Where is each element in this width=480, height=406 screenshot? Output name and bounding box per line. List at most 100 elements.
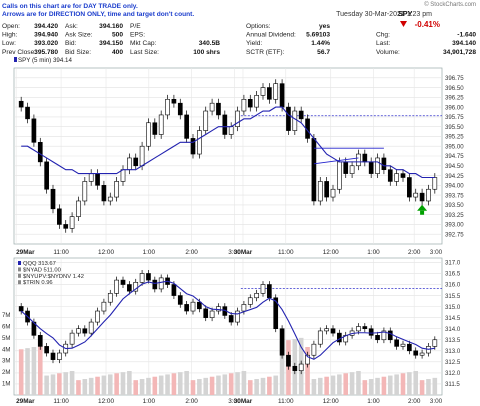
quote-label: Annual Dividend: <box>246 32 296 39</box>
candle <box>298 110 304 120</box>
volume-bar <box>18 349 24 395</box>
quote-label: Low: <box>2 40 16 47</box>
candle <box>107 196 113 202</box>
candle <box>69 332 75 345</box>
candle <box>114 181 119 198</box>
candle <box>413 350 419 356</box>
candle <box>254 95 259 108</box>
x-tick-label: 12:00 <box>323 249 339 256</box>
candle <box>267 284 272 299</box>
candle <box>18 100 24 108</box>
y-tick-label: 395.25 <box>445 134 464 141</box>
candle <box>235 110 240 127</box>
volume-bar <box>44 375 49 395</box>
candle <box>286 354 291 367</box>
quote-pct-change: -0.41% <box>415 20 440 29</box>
y-tick-label: 316.5 <box>445 271 461 278</box>
candle <box>400 173 406 178</box>
y-tick-label: 392.75 <box>445 231 464 238</box>
quote-value: 56.7 <box>317 49 330 56</box>
candle <box>273 83 279 100</box>
candle <box>88 321 94 334</box>
volume-bar <box>76 380 81 395</box>
legend-entry: $NYUPV:$NYDNV 1.42 <box>23 274 84 280</box>
volume-bar <box>407 372 412 395</box>
candle <box>241 304 247 312</box>
candle <box>298 363 304 371</box>
quote-label: EPS: <box>130 32 145 39</box>
volume-bar <box>101 375 107 395</box>
x-tick-label: 29Mar <box>16 249 35 256</box>
candle <box>260 284 266 294</box>
y-tick-label: 393.00 <box>445 222 464 229</box>
candle <box>209 310 215 318</box>
volume-bar <box>203 377 209 395</box>
candle <box>426 188 431 202</box>
candle <box>349 165 355 174</box>
quote-symbol: SPY <box>398 9 413 18</box>
candle <box>228 126 234 135</box>
candle <box>158 114 164 135</box>
y-tick-label: 393.75 <box>445 192 464 199</box>
volume-bar <box>267 376 272 395</box>
candle <box>337 332 342 343</box>
y-tick-label: 394.75 <box>445 153 464 160</box>
candle <box>152 122 158 135</box>
candle <box>107 293 113 303</box>
candle <box>31 118 37 143</box>
volume-bar <box>419 380 425 395</box>
quote-value: 395.780 <box>34 49 58 56</box>
x-tick-label: 30Mar <box>234 398 253 405</box>
y-tick-label: 315.0 <box>445 304 461 311</box>
volume-tick-label: 3M <box>2 358 10 365</box>
x-tick-label: 1:00 <box>143 249 156 256</box>
candle <box>375 157 380 174</box>
y-tick-label: 394.50 <box>445 163 464 170</box>
quote-label: P/E <box>130 23 141 30</box>
y-tick-label: 393.25 <box>445 212 464 219</box>
candle <box>286 106 291 131</box>
volume-bar <box>184 371 189 395</box>
candle <box>190 301 196 312</box>
quote-label: Bid: <box>65 40 77 47</box>
volume-bar <box>254 379 259 395</box>
candle <box>432 339 438 347</box>
quote-label: Last Size: <box>130 49 159 56</box>
candle <box>146 122 151 147</box>
x-tick-label: 12:00 <box>98 398 114 405</box>
candle <box>317 181 323 202</box>
candle <box>127 157 132 170</box>
candle <box>37 335 43 347</box>
x-tick-label: 3:00 <box>430 398 443 405</box>
volume-bar <box>387 375 393 395</box>
legend-entry: $TRIN 0.96 <box>23 280 53 286</box>
candle <box>317 330 323 345</box>
candle <box>419 352 425 356</box>
volume-bar <box>368 379 374 395</box>
y-tick-label: 396.00 <box>445 104 464 111</box>
legend-swatch <box>14 57 17 62</box>
candle <box>228 315 234 323</box>
y-tick-label: 314.5 <box>445 315 461 322</box>
watermark: © StockCharts.com <box>424 1 476 8</box>
volume-bar <box>426 379 431 395</box>
volume-bar <box>317 377 323 395</box>
candle <box>177 295 183 305</box>
y-tick-label: 393.50 <box>445 202 464 209</box>
candle <box>387 330 393 341</box>
quote-value: 100 shrs <box>193 49 220 56</box>
x-tick-label: 2:00 <box>408 398 421 405</box>
quote-value: 1.44% <box>311 40 330 47</box>
candle <box>203 308 209 318</box>
volume-tick-label: 6M <box>2 323 10 330</box>
volume-tick-label: 2M <box>2 369 10 376</box>
volume-bar <box>216 375 221 395</box>
candle <box>216 306 221 312</box>
volume-bar <box>57 373 62 395</box>
volume-bar <box>432 377 438 395</box>
quote-value: 394.420 <box>34 23 58 30</box>
candle <box>241 98 247 112</box>
volume-bar <box>133 380 139 395</box>
candle <box>95 310 100 323</box>
y-tick-label: 394.25 <box>445 173 464 180</box>
